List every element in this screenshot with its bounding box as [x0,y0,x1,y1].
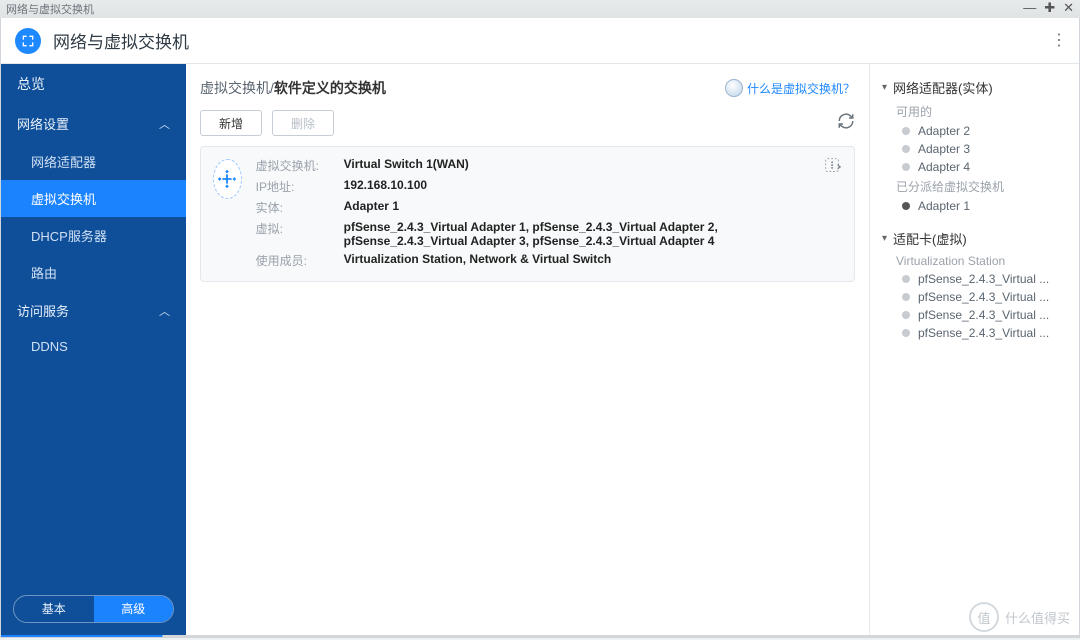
rp-available-label: 可用的 [896,103,1067,120]
rp-vstation-label: Virtualization Station [896,254,1067,268]
rp-vadapter-item[interactable]: pfSense_2.4.3_Virtual ... [902,272,1067,286]
breadcrumb-current: 软件定义的交换机 [274,78,386,98]
sidebar-item-routing[interactable]: 路由 [1,254,186,291]
sidebar-item-virtual-switch[interactable]: 虚拟交换机 [1,180,186,217]
sidebar-group-access-label: 访问服务 [17,301,69,320]
rp-adapter-item[interactable]: Adapter 1 [902,199,1067,213]
app-logo-icon [15,28,41,54]
sidebar-item-adapters[interactable]: 网络适配器 [1,143,186,180]
rp-vadapter-item[interactable]: pfSense_2.4.3_Virtual ... [902,308,1067,322]
maximize-icon[interactable]: ✚ [1044,0,1055,16]
sidebar-group-network-label: 网络设置 [17,114,69,133]
toolbar: 新增 删除 [200,110,855,136]
minimize-icon[interactable]: — [1023,0,1036,16]
label-virtual: 虚拟: [256,220,336,248]
mode-advanced-button[interactable]: 高级 [94,596,174,622]
label-ip: IP地址: [256,178,336,195]
mode-toggle: 基本 高级 [13,595,174,623]
sidebar-item-dhcp[interactable]: DHCP服务器 [1,217,186,254]
status-dot-icon [902,202,910,210]
vswitch-icon [213,159,242,199]
label-members: 使用成员: [256,252,336,269]
sidebar: 总览 网络设置 ︿ 网络适配器 虚拟交换机 DHCP服务器 路由 访问服务 ︿ … [1,64,186,635]
caret-down-icon: ▾ [882,82,887,93]
rp-adapter-item[interactable]: Adapter 4 [902,160,1067,174]
main-content: 虚拟交换机 / 软件定义的交换机 什么是虚拟交换机？ 新增 删除 [186,64,869,635]
status-dot-icon [902,127,910,135]
os-window-title: 网络与虚拟交换机 [6,1,94,17]
chevron-up-icon: ︿ [159,116,170,132]
sidebar-group-network[interactable]: 网络设置 ︿ [1,104,186,143]
sidebar-overview[interactable]: 总览 [1,64,186,104]
sidebar-overview-label: 总览 [17,74,45,94]
rp-virtual-title[interactable]: ▾适配卡(虚拟) [882,229,1067,248]
value-virtual: pfSense_2.4.3_Virtual Adapter 1, pfSense… [344,220,842,248]
label-physical: 实体: [256,199,336,216]
label-vswitch: 虚拟交换机: [256,157,336,174]
help-link[interactable]: 什么是虚拟交换机？ [725,79,855,97]
breadcrumb: 虚拟交换机 / 软件定义的交换机 什么是虚拟交换机？ [200,78,855,98]
app-title: 网络与虚拟交换机 [53,28,189,53]
status-dot-icon [902,329,910,337]
rp-vadapter-item[interactable]: pfSense_2.4.3_Virtual ... [902,326,1067,340]
caret-down-icon: ▾ [882,233,887,244]
value-members: Virtualization Station, Network & Virtua… [344,252,842,269]
rp-vadapter-item[interactable]: pfSense_2.4.3_Virtual ... [902,290,1067,304]
footer-accent [1,635,1079,637]
rp-assigned-label: 已分派给虚拟交换机 [896,178,1067,195]
refresh-icon[interactable] [837,112,855,135]
status-dot-icon [902,145,910,153]
close-icon[interactable]: ✕ [1063,0,1074,16]
help-link-label: 什么是虚拟交换机？ [747,80,855,97]
card-more-icon[interactable] [822,155,844,177]
chevron-up-icon: ︿ [159,303,170,319]
header-more-icon[interactable]: ⋮ [1051,30,1067,50]
value-ip: 192.168.10.100 [344,178,842,195]
app-header: 网络与虚拟交换机 ⋮ [1,18,1079,64]
mode-basic-button[interactable]: 基本 [14,596,94,622]
sidebar-group-access[interactable]: 访问服务 ︿ [1,291,186,330]
rp-adapter-item[interactable]: Adapter 3 [902,142,1067,156]
rp-adapter-item[interactable]: Adapter 2 [902,124,1067,138]
status-dot-icon [902,311,910,319]
value-vswitch: Virtual Switch 1(WAN) [344,157,842,174]
status-dot-icon [902,293,910,301]
delete-button[interactable]: 删除 [272,110,334,136]
rp-physical-title[interactable]: ▾网络适配器(实体) [882,78,1067,97]
status-dot-icon [902,163,910,171]
help-avatar-icon [725,79,743,97]
add-button[interactable]: 新增 [200,110,262,136]
status-dot-icon [902,275,910,283]
sidebar-item-ddns[interactable]: DDNS [1,330,186,363]
os-window-titlebar: 网络与虚拟交换机 — ✚ ✕ [0,0,1080,18]
breadcrumb-root[interactable]: 虚拟交换机 [200,78,270,98]
value-physical: Adapter 1 [344,199,842,216]
right-panel: ▾网络适配器(实体) 可用的 Adapter 2 Adapter 3 Adapt… [869,64,1079,635]
vswitch-card[interactable]: 虚拟交换机: Virtual Switch 1(WAN) IP地址: 192.1… [200,146,855,282]
